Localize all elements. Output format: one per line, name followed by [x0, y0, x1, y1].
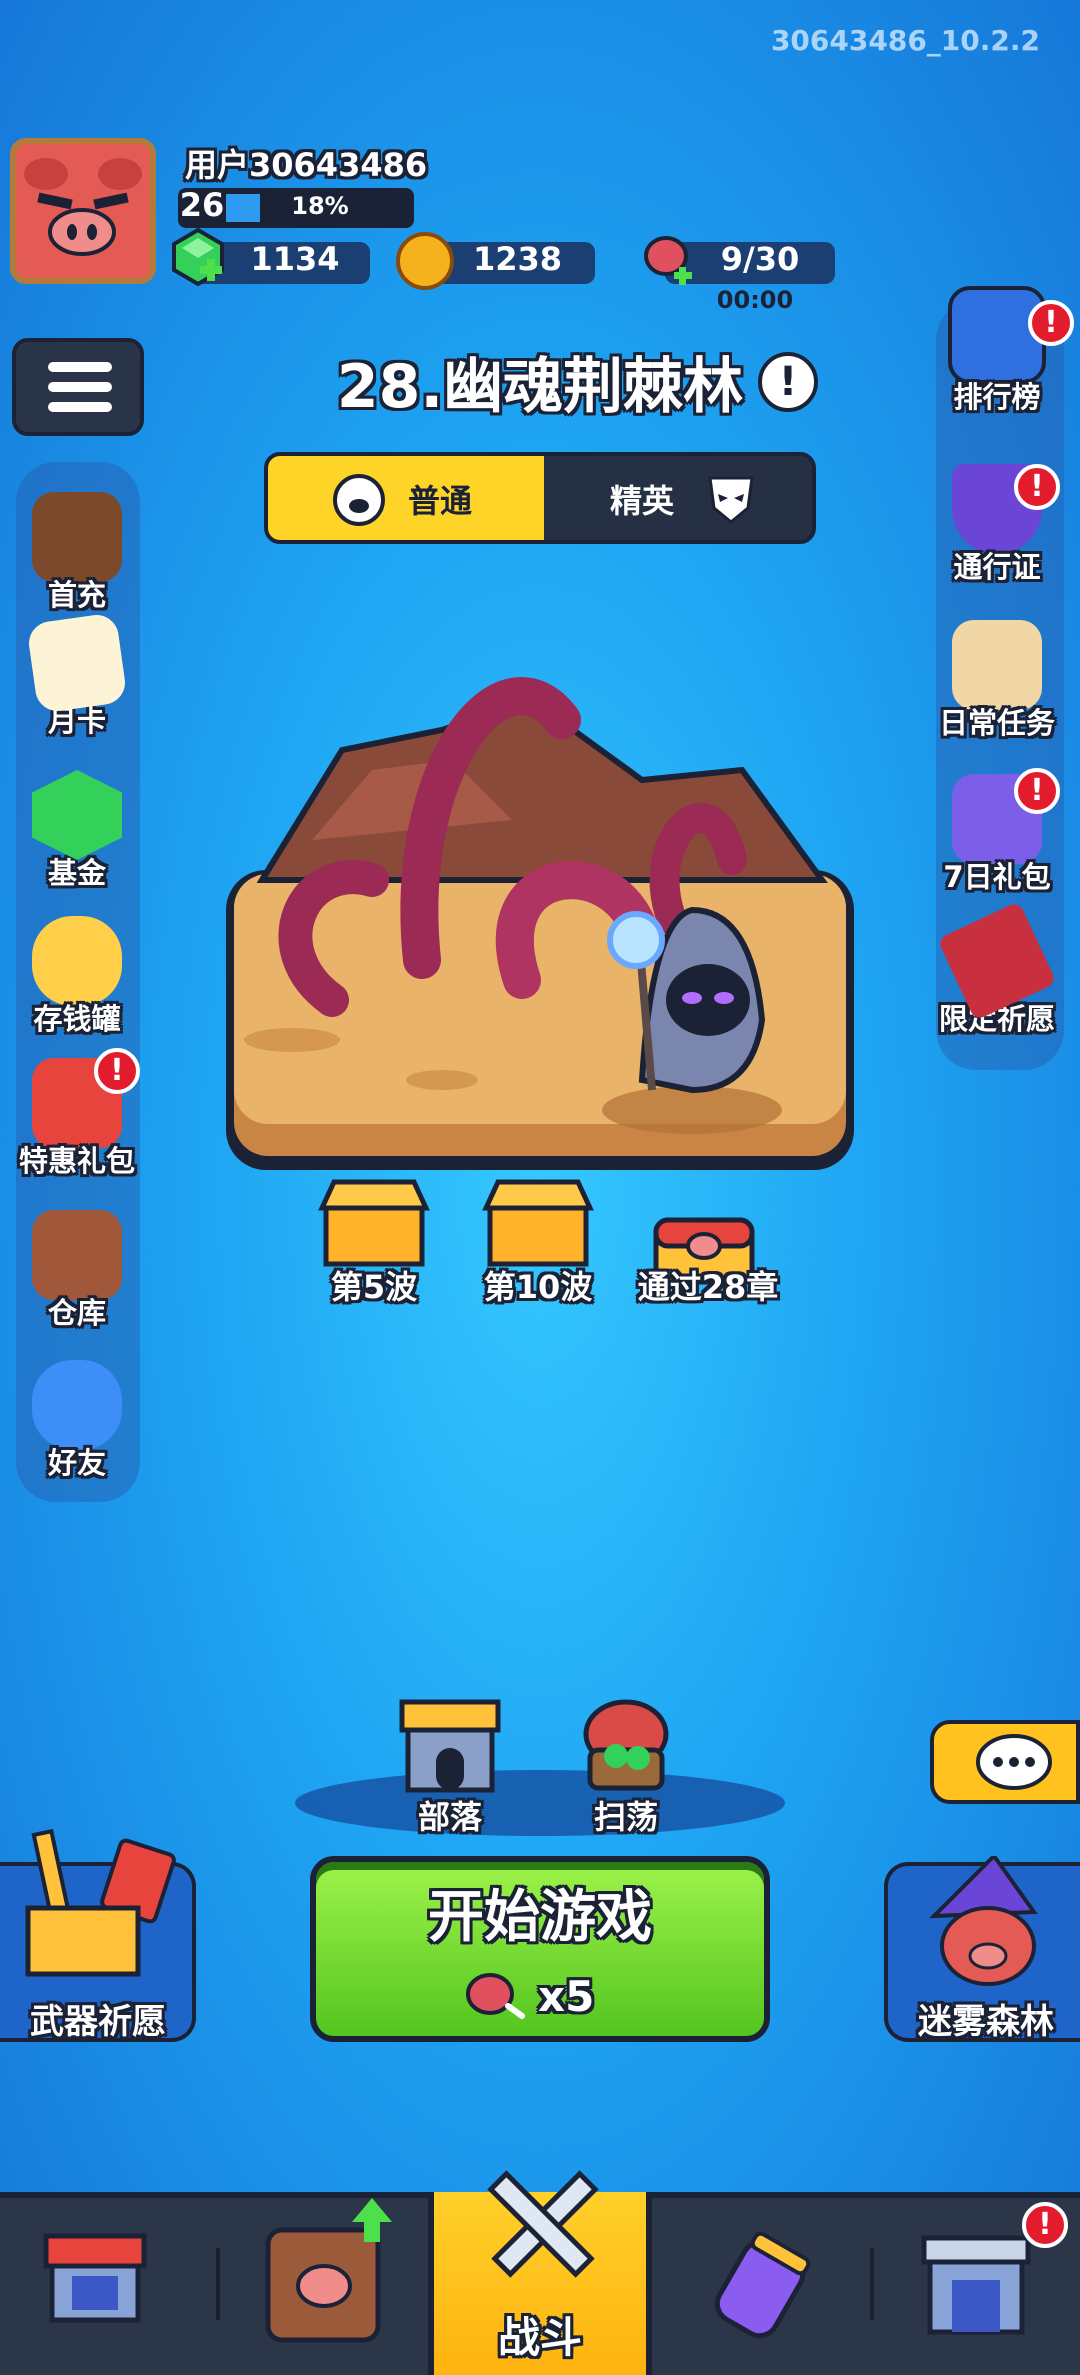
elite-skull-icon — [708, 476, 754, 524]
tab-normal-label: 普通 — [408, 482, 473, 520]
sweep-label: 扫荡 — [593, 1798, 658, 1836]
sweep-pig-icon — [583, 1699, 669, 1791]
menu-special-pack-label: 特惠礼包 — [18, 1144, 135, 1178]
wave5-chest-icon — [318, 1179, 430, 1267]
menu-warehouse-label: 仓库 — [47, 1296, 106, 1330]
menu-daily-tasks[interactable]: 日常任务 — [922, 620, 1072, 742]
username: 用户30643486 — [185, 146, 428, 184]
menu-friends-label: 好友 — [47, 1446, 106, 1480]
nav-divider — [870, 2248, 874, 2320]
coin-value: 1238 — [472, 240, 563, 278]
backpack-icon — [32, 1210, 122, 1300]
level-title: 28.幽魂荆棘林 — [336, 352, 744, 422]
menu-warehouse[interactable]: 仓库 — [2, 1210, 152, 1332]
stamina-value: 9/30 — [720, 240, 800, 278]
chat-button[interactable] — [930, 1720, 1080, 1804]
menu-leaderboard-label: 排行榜 — [953, 380, 1041, 414]
start-game-label: 开始游戏 — [428, 1885, 652, 1950]
stamina-timer: 00:00 — [716, 286, 794, 314]
mist-forest-button[interactable]: 迷雾森林 — [884, 1856, 1080, 2042]
level-progress-text: 18% — [291, 192, 349, 220]
building-badge: ! — [1022, 2202, 1068, 2248]
menu-friends[interactable]: 好友 — [2, 1360, 152, 1482]
battle-pass-badge: ! — [1014, 464, 1060, 510]
version-label: 30643486_10.2.2 — [770, 24, 1040, 57]
reward-wave10-label: 第10波 — [483, 1268, 593, 1306]
scroll-quill-icon — [952, 620, 1042, 710]
nav-divider — [216, 2248, 220, 2320]
gem-value: 1134 — [250, 240, 340, 278]
nav-equipment[interactable] — [254, 2196, 394, 2346]
reward-chapter-label: 通过28章 — [637, 1268, 779, 1306]
bottom-dock-shadow — [295, 1770, 785, 1836]
wave10-chest-icon — [482, 1179, 594, 1267]
avatar[interactable] — [10, 138, 156, 284]
tab-elite[interactable]: 精英 — [544, 456, 812, 540]
castle-tower-icon — [399, 1699, 501, 1793]
potion-scroll-icon — [714, 2231, 811, 2339]
nav-skills[interactable] — [700, 2226, 820, 2346]
nav-battle-label: 战斗 — [497, 2313, 582, 2362]
menu-piggy-bank[interactable]: 存钱罐 — [2, 916, 152, 1038]
difficulty-tabs: 普通 精英 — [264, 452, 816, 544]
start-cost: x5 — [538, 1972, 595, 2021]
menu-first-recharge-label: 首充 — [47, 578, 106, 612]
tribe-label: 部落 — [417, 1798, 482, 1836]
pig-face-icon — [333, 474, 385, 526]
info-icon[interactable]: ! — [758, 352, 818, 412]
7day-pack-badge: ! — [1014, 768, 1060, 814]
weapon-wish-button[interactable]: 武器祈愿 — [0, 1828, 196, 2042]
leaderboard-badge: ! — [1028, 300, 1074, 346]
special-pack-badge: ! — [94, 1048, 140, 1094]
meat-icon — [644, 236, 692, 285]
building-icon — [921, 2235, 1031, 2335]
friends-pig-icon — [32, 1360, 122, 1450]
menu-piggy-bank-label: 存钱罐 — [33, 1002, 121, 1036]
wizard-pig-icon — [928, 1856, 1038, 1986]
tab-normal[interactable]: 普通 — [268, 456, 544, 540]
coin-icon — [396, 232, 454, 290]
equipment-bag-icon — [265, 2198, 392, 2343]
tab-elite-label: 精英 — [610, 482, 675, 520]
fund-gem-icon — [32, 770, 122, 860]
menu-first-recharge[interactable]: 首充 — [2, 492, 152, 614]
shop-icon — [43, 2233, 147, 2323]
weapon-chest-icon — [25, 1828, 176, 1977]
menu-limited-wish[interactable]: 限定祈愿 — [922, 901, 1072, 1038]
monthly-card-icon — [26, 612, 128, 714]
menu-battle-pass-label: 通行证 — [953, 550, 1041, 584]
player-level: 26 — [179, 186, 225, 224]
weapon-wish-label: 武器祈愿 — [30, 2002, 166, 2042]
tribe-button[interactable]: 部落 — [380, 1694, 520, 1836]
nav-shop[interactable] — [40, 2220, 170, 2350]
crossed-swords-icon — [487, 2170, 599, 2278]
mist-forest-label: 迷雾森林 — [918, 2002, 1054, 2042]
reward-wave5-label: 第5波 — [330, 1268, 418, 1306]
speech-bubble-icon — [976, 1734, 1052, 1790]
menu-daily-tasks-label: 日常任务 — [938, 706, 1055, 740]
nav-battle[interactable]: 战斗 — [428, 2170, 652, 2375]
first-recharge-icon — [32, 492, 122, 582]
gem-icon — [172, 228, 224, 286]
pig-avatar-icon — [16, 144, 150, 278]
meat-cost-icon — [466, 1973, 525, 2019]
level-map-illustration — [226, 677, 854, 1170]
menu-7day-pack-label: 7日礼包 — [943, 860, 1051, 894]
menu-monthly-card[interactable]: 月卡 — [2, 612, 152, 740]
sweep-button[interactable]: 扫荡 — [556, 1694, 696, 1836]
piggy-bank-cat-icon — [32, 916, 122, 1006]
menu-fund[interactable]: 基金 — [2, 770, 152, 892]
